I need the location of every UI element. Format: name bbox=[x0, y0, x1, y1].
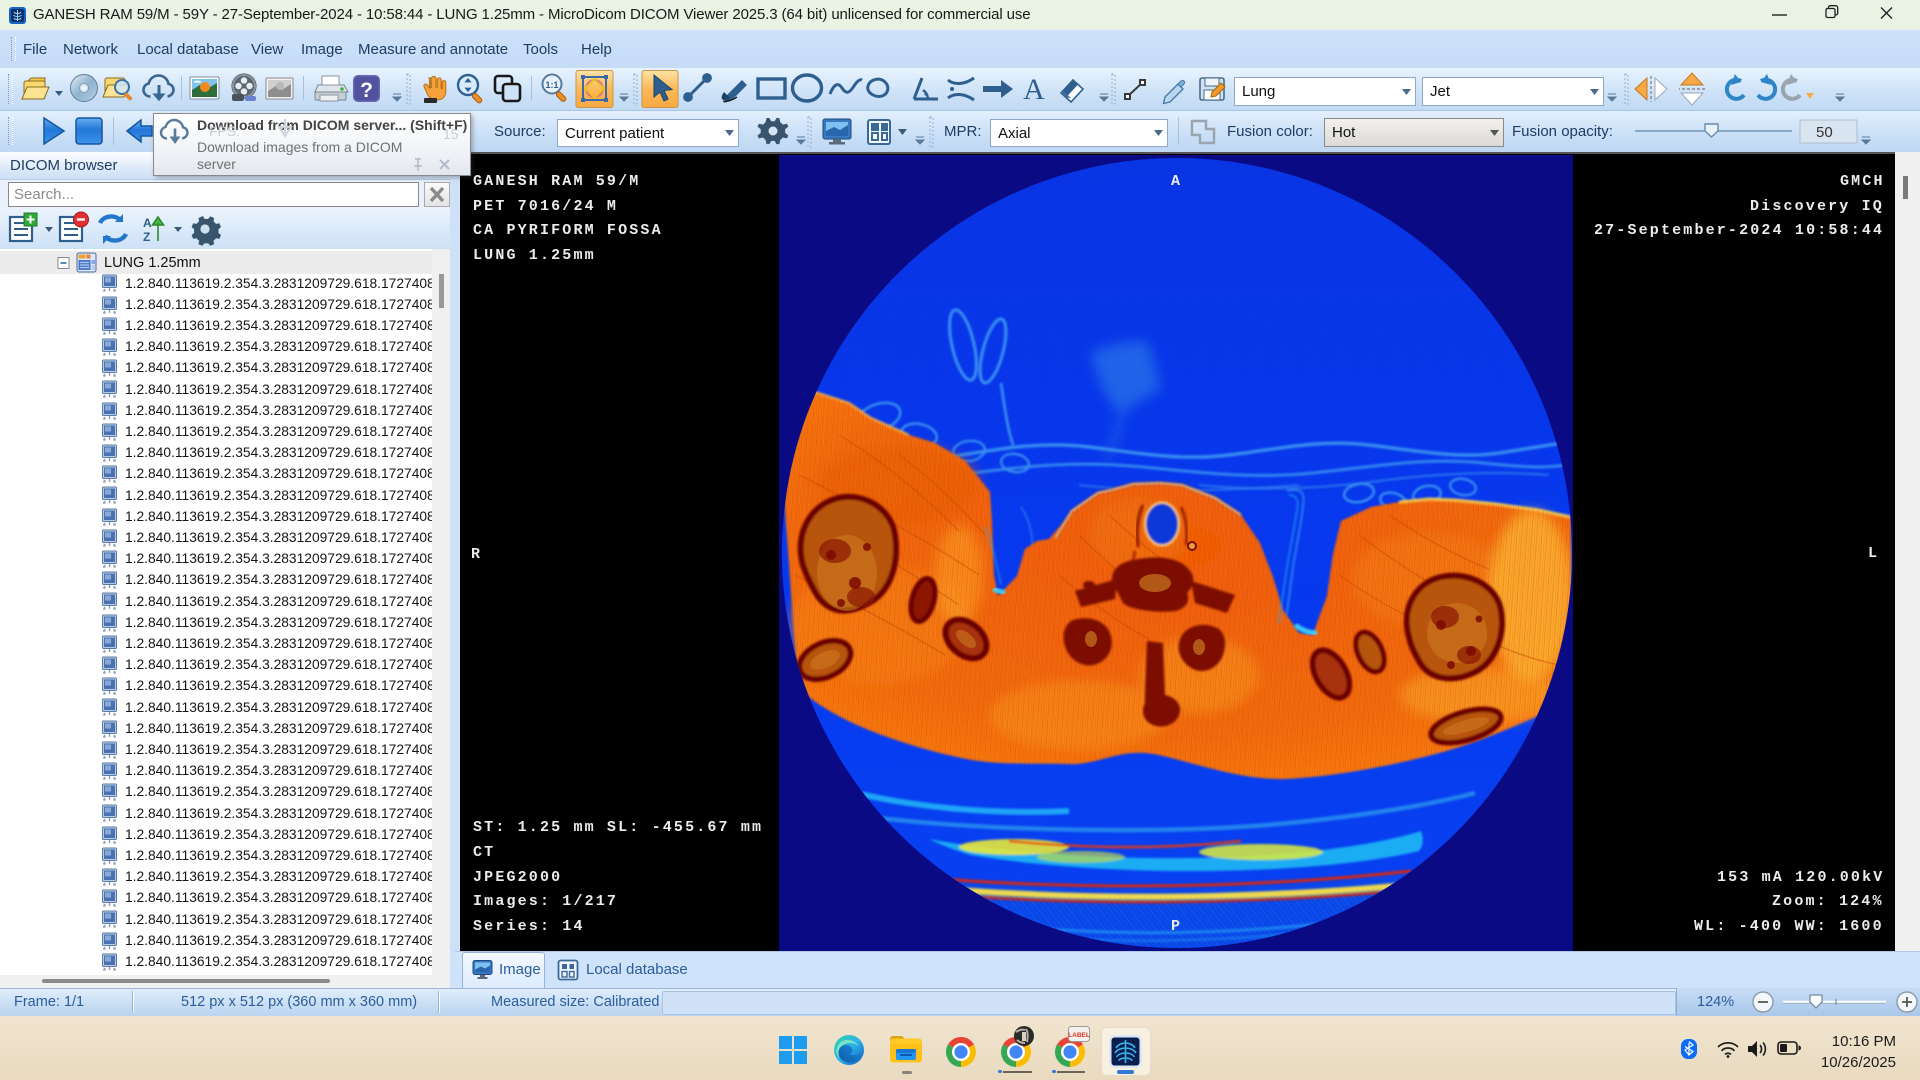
svg-text:A: A bbox=[1023, 73, 1045, 106]
svg-text:50: 50 bbox=[1816, 124, 1833, 141]
svg-text:LABEL: LABEL bbox=[1068, 1032, 1090, 1039]
svg-text:Z: Z bbox=[143, 230, 150, 244]
svg-text:Fusion opacity:: Fusion opacity: bbox=[1512, 123, 1613, 140]
svg-text:MPR:: MPR: bbox=[944, 123, 982, 140]
svg-text:Source:: Source: bbox=[494, 123, 546, 140]
svg-text:A: A bbox=[143, 216, 152, 230]
svg-text:?: ? bbox=[360, 79, 373, 102]
svg-text:1:1: 1:1 bbox=[545, 80, 558, 90]
svg-text:Fusion color:: Fusion color: bbox=[1227, 123, 1313, 140]
